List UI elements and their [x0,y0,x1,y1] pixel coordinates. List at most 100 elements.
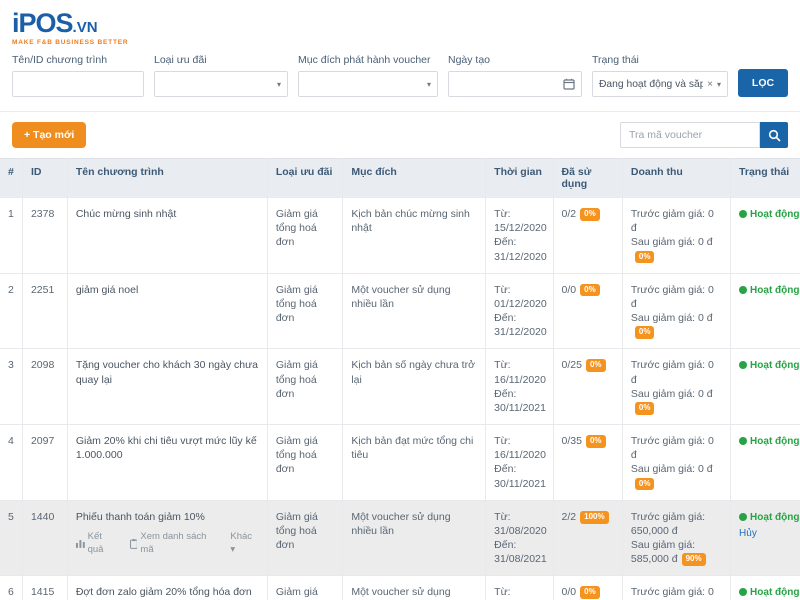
view-code-list-link[interactable]: Xem danh sách mã [129,531,221,557]
revenue-percent-badge: 0% [634,401,655,415]
time-line: Từ: [494,283,511,296]
time-line: Đến: [494,539,517,552]
row-index: 2 [0,272,23,350]
voucher-table: # ID Tên chương trình Loại ưu đãi Mục đích Th… [0,158,800,600]
filter-status-value: Đang hoạt động và sắp đến [599,78,704,90]
row-index: 6 [0,575,23,600]
used-percent-badge: 100% [580,510,609,524]
search-button[interactable] [760,122,788,148]
table-row[interactable]: 5 1440 Phiếu thanh toán giảm 10% Kết quả X… [0,499,800,577]
result-link[interactable]: Kết quả [75,531,120,557]
revenue-before: Trước giảm giá: 650,000 đ [630,510,706,537]
status-badge: Hoạt động [739,436,799,447]
status-dot-icon [739,361,748,370]
used-count-cell: 0/0 0% [552,272,623,350]
voucher-id: 2098 [21,348,68,426]
voucher-name: Đợt đơn zalo giảm 20% tổng hóa đơn [75,586,252,599]
filter-name-input[interactable] [12,71,144,97]
voucher-name: Chúc mừng sinh nhật [75,208,177,220]
revenue-percent-badge: 90% [681,553,706,567]
used-count: 0/25 [561,359,582,372]
revenue-percent-badge: 0% [634,326,655,339]
discount-type: Giảm giá tổng hoá đơn [266,499,344,577]
voucher-id: 2097 [21,424,68,501]
time-range-cell: Từ: 31/08/2020 Đến: 31/08/2021 [485,499,554,577]
time-line: 30/11/2021 [494,401,546,414]
column-header: ID [21,158,68,198]
ipos-logo: iPOS.vn MAKE F&B BUSINESS BETTER [12,10,788,47]
filter-date-input[interactable] [448,71,582,97]
filter-type-select[interactable]: ▾ [154,71,288,97]
revenue-before: Trước giảm giá: 0 đ [630,283,714,310]
revenue-cell: Trước giảm giá: 0 đSau giảm giá: 0 đ0% [621,424,732,501]
voucher-name-cell: Giảm 20% khi chi tiêu vượt mức lũy kế 1.… [66,424,268,501]
voucher-name-cell: giảm giá noel [66,272,268,350]
revenue-cell: Trước giảm giá: 650,000 đ Sau giảm giá: 5… [621,499,732,577]
more-actions-link[interactable]: Khác ▾ [230,531,258,557]
filter-purpose-select[interactable]: ▾ [298,71,438,97]
app-header: iPOS.vn MAKE F&B BUSINESS BETTER [0,0,800,50]
used-count: 0/0 [561,586,577,599]
used-count-cell: 2/2 100% [552,499,623,577]
filter-purpose-label: Mục đích phát hành voucher [298,54,431,66]
chevron-down-icon[interactable]: ▾ [717,80,721,89]
column-header: Doanh thu [621,158,732,198]
chevron-down-icon: ▾ [276,79,281,89]
voucher-search-input[interactable] [620,122,760,148]
revenue-before: Trước giảm giá: 0 đ [630,208,714,235]
status-cell: Hoạt động Hủy [730,499,800,577]
voucher-purpose: Một voucher sử dụng nhiều lần [342,499,487,577]
time-line: 16/11/2020 [494,449,546,462]
used-percent-badge: 0% [580,283,600,297]
status-cell: Hoạt động [730,348,800,426]
time-line: Từ: [494,586,511,599]
status-badge: Hoạt động [739,360,799,371]
filter-date-label: Ngày tạo [448,54,491,66]
table-row[interactable]: 6 1415 Đợt đơn zalo giảm 20% tổng hóa đơn G… [0,575,800,600]
column-header: Trạng thái [730,158,800,198]
chart-icon [75,540,85,549]
status-badge: Hoạt động [739,512,799,523]
time-line: Đến: [494,387,517,400]
table-row[interactable]: 1 2378 Chúc mừng sinh nhật Giảm giá tổng ho… [0,197,800,274]
discount-type: Giảm giá tổng hoá đơn [266,348,344,426]
time-line: Đến: [494,312,517,325]
used-percent-badge: 0% [585,359,606,373]
time-line: 31/12/2020 [494,326,547,339]
filter-bar: Tên/ID chương trình Loại ưu đãi ▾ Mục đí… [0,50,800,112]
cancel-link[interactable]: Hủy [739,527,757,541]
status-cell: Hoạt động [730,197,800,274]
time-line: Từ: [494,435,511,448]
clear-icon[interactable]: × [707,79,713,90]
voucher-search [620,122,788,148]
table-row[interactable]: 2 2251 giảm giá noel Giảm giá tổng hoá đơn M… [0,272,800,350]
voucher-name-cell: Tặng voucher cho khách 30 ngày chưa quay… [66,348,268,426]
time-range-cell: Từ: 15/12/2020 Đến: 31/12/2020 [485,197,554,274]
time-line: 31/08/2020 [494,524,547,537]
chevron-down-icon: ▾ [426,79,431,89]
time-line: Từ: [494,208,511,220]
time-range-cell: Từ:22/08/2020Đến:31/08/2021 [485,575,554,600]
revenue-cell: Trước giảm giá: 0 đSau giảm giá: 0 đ0% [621,575,732,600]
search-icon [768,129,781,142]
voucher-name: Tặng voucher cho khách 30 ngày chưa quay… [75,359,258,386]
voucher-name-cell: Đợt đơn zalo giảm 20% tổng hóa đơn [66,575,268,600]
used-count: 0/2 [561,208,577,220]
voucher-id: 2251 [21,272,68,350]
voucher-table-body: 1 2378 Chúc mừng sinh nhật Giảm giá tổng ho… [0,197,800,600]
status-dot-icon [739,437,748,446]
status-dot-icon [739,512,748,521]
used-count: 0/0 [561,283,577,296]
filter-status-select[interactable]: Đang hoạt động và sắp đến × ▾ [592,71,728,97]
create-new-button[interactable]: + Tạo mới [12,122,87,148]
table-row[interactable]: 3 2098 Tặng voucher cho khách 30 ngày chưa… [0,348,800,426]
filter-button[interactable]: LỌC [738,69,788,97]
voucher-purpose: Một voucher sử dụng nhiều lần [342,575,487,600]
revenue-before: Trước giảm giá: 0 đ [630,359,714,386]
time-range-cell: Từ: 16/11/2020 Đến: 30/11/2021 [485,348,554,426]
voucher-id: 1415 [21,575,68,600]
column-header: Loại ưu đãi [266,158,344,198]
time-line: Từ: [494,510,511,523]
table-row[interactable]: 4 2097 Giảm 20% khi chi tiêu vượt mức lũy … [0,424,800,501]
status-cell: Hoạt động [730,272,800,350]
